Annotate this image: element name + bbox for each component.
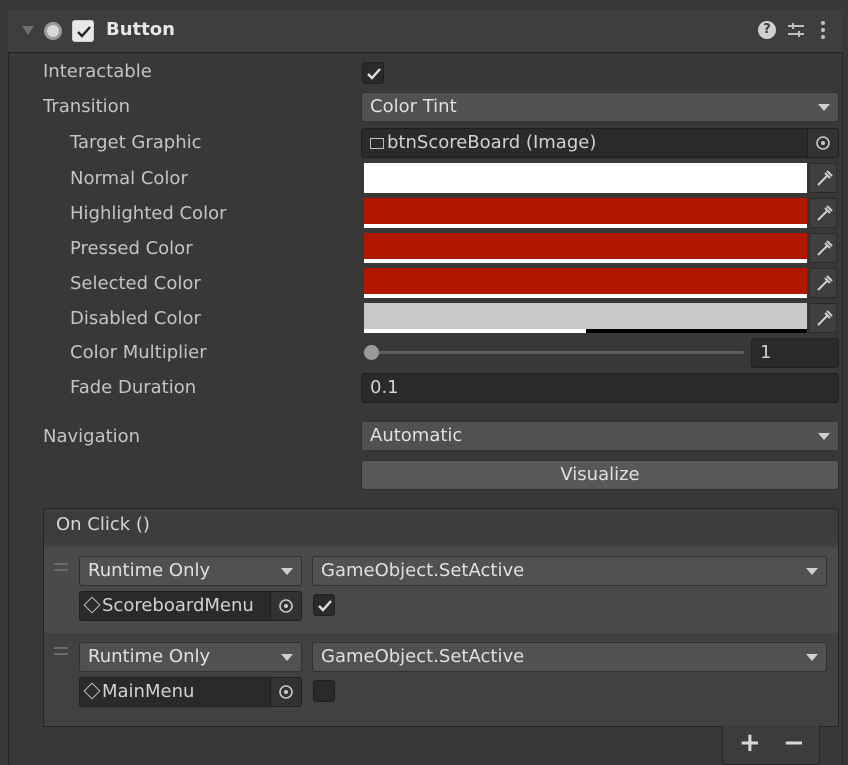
pressed-color-swatch[interactable] bbox=[364, 233, 807, 263]
eyedropper-icon bbox=[817, 275, 833, 291]
eyedropper-icon bbox=[817, 240, 833, 256]
image-icon bbox=[370, 138, 384, 149]
function-value: GameObject.SetActive bbox=[321, 646, 525, 667]
target-graphic-field[interactable]: btnScoreBoard (Image) bbox=[361, 128, 839, 158]
function-value: GameObject.SetActive bbox=[321, 560, 525, 581]
selected-color-label: Selected Color bbox=[70, 273, 201, 294]
transition-dropdown[interactable]: Color Tint bbox=[361, 92, 839, 122]
alpha-bar bbox=[364, 259, 807, 263]
color-multiplier-label: Color Multiplier bbox=[70, 342, 207, 363]
alpha-bar-white bbox=[364, 329, 586, 333]
disabled-color-label: Disabled Color bbox=[70, 308, 201, 329]
alpha-bar bbox=[364, 224, 807, 228]
add-button[interactable]: + bbox=[739, 728, 761, 758]
navigation-label: Navigation bbox=[43, 426, 141, 447]
pressed-color-fill bbox=[364, 233, 807, 259]
gameobject-icon bbox=[83, 596, 101, 614]
color-multiplier-input[interactable]: 1 bbox=[751, 338, 839, 368]
inspector-frame-right bbox=[842, 10, 843, 765]
highlighted-color-label: Highlighted Color bbox=[70, 203, 227, 224]
argument-checkbox-1[interactable] bbox=[313, 594, 335, 616]
interactable-label: Interactable bbox=[43, 61, 152, 82]
chevron-down-icon bbox=[281, 654, 293, 661]
chevron-down-icon bbox=[818, 433, 830, 440]
normal-color-label: Normal Color bbox=[70, 168, 188, 189]
target-object-value: MainMenu bbox=[102, 681, 195, 702]
target-object-value: ScoreboardMenu bbox=[102, 595, 254, 616]
component-header[interactable]: Button ? bbox=[8, 10, 843, 53]
fade-duration-input[interactable]: 0.1 bbox=[361, 373, 839, 403]
on-click-header: On Click () bbox=[43, 508, 839, 544]
argument-checkbox-2[interactable] bbox=[313, 680, 335, 702]
target-object-field-2[interactable]: MainMenu bbox=[79, 677, 302, 707]
chevron-down-icon bbox=[806, 568, 818, 575]
alpha-bar bbox=[364, 294, 807, 298]
on-click-title: On Click () bbox=[56, 514, 150, 535]
color-multiplier-slider-track[interactable] bbox=[372, 351, 744, 354]
interactable-checkbox[interactable] bbox=[362, 62, 384, 84]
runtime-value: Runtime Only bbox=[88, 646, 211, 667]
selected-color-swatch[interactable] bbox=[364, 268, 807, 298]
function-dropdown-1[interactable]: GameObject.SetActive bbox=[312, 556, 827, 586]
object-picker-button[interactable] bbox=[807, 129, 838, 157]
component-title: Button bbox=[106, 19, 175, 40]
chevron-down-icon bbox=[818, 104, 830, 111]
checkmark-icon bbox=[318, 600, 332, 612]
object-picker-button[interactable] bbox=[270, 592, 301, 620]
navigation-value: Automatic bbox=[370, 425, 463, 446]
selected-color-picker[interactable] bbox=[809, 268, 837, 298]
normal-color-picker[interactable] bbox=[809, 163, 837, 193]
color-multiplier-value: 1 bbox=[760, 342, 772, 363]
fade-duration-label: Fade Duration bbox=[70, 377, 197, 398]
target-graphic-label: Target Graphic bbox=[70, 132, 202, 153]
runtime-value: Runtime Only bbox=[88, 560, 211, 581]
fade-duration-value: 0.1 bbox=[370, 377, 399, 398]
runtime-dropdown-1[interactable]: Runtime Only bbox=[79, 556, 302, 586]
function-dropdown-2[interactable]: GameObject.SetActive bbox=[312, 642, 827, 672]
chevron-down-icon bbox=[281, 568, 293, 575]
object-picker-button[interactable] bbox=[270, 678, 301, 706]
pressed-color-picker[interactable] bbox=[809, 233, 837, 263]
disabled-color-picker[interactable] bbox=[809, 303, 837, 333]
component-icon bbox=[44, 22, 62, 40]
pressed-color-label: Pressed Color bbox=[70, 238, 193, 259]
runtime-dropdown-2[interactable]: Runtime Only bbox=[79, 642, 302, 672]
alpha-bar-black bbox=[586, 329, 807, 333]
target-graphic-value: btnScoreBoard (Image) bbox=[387, 132, 597, 153]
checkmark-icon bbox=[77, 26, 91, 38]
target-icon bbox=[816, 136, 830, 150]
help-icon[interactable]: ? bbox=[758, 21, 776, 39]
drag-handle-icon[interactable] bbox=[54, 563, 68, 571]
target-object-field-1[interactable]: ScoreboardMenu bbox=[79, 591, 302, 621]
foldout-arrow-icon[interactable] bbox=[22, 26, 34, 35]
presets-icon[interactable] bbox=[786, 21, 806, 44]
highlighted-color-fill bbox=[364, 198, 807, 224]
disabled-color-swatch[interactable] bbox=[364, 303, 807, 333]
transition-value: Color Tint bbox=[370, 96, 457, 117]
inspector-frame-left bbox=[8, 10, 9, 765]
normal-color-swatch[interactable] bbox=[364, 163, 807, 193]
chevron-down-icon bbox=[806, 654, 818, 661]
transition-label: Transition bbox=[43, 96, 131, 117]
more-options-icon[interactable] bbox=[820, 20, 826, 45]
target-icon bbox=[279, 599, 293, 613]
eyedropper-icon bbox=[817, 170, 833, 186]
highlighted-color-swatch[interactable] bbox=[364, 198, 807, 228]
navigation-dropdown[interactable]: Automatic bbox=[361, 421, 839, 451]
gameobject-icon bbox=[83, 682, 101, 700]
disabled-color-fill bbox=[364, 303, 807, 329]
remove-button[interactable]: − bbox=[783, 728, 805, 758]
component-enabled-checkbox[interactable] bbox=[72, 20, 94, 42]
highlighted-color-picker[interactable] bbox=[809, 198, 837, 228]
eyedropper-icon bbox=[817, 205, 833, 221]
checkmark-icon bbox=[367, 68, 381, 80]
selected-color-fill bbox=[364, 268, 807, 294]
drag-handle-icon[interactable] bbox=[54, 647, 68, 655]
target-icon bbox=[279, 685, 293, 699]
list-footer: + − bbox=[722, 726, 820, 765]
visualize-button[interactable]: Visualize bbox=[361, 460, 839, 490]
eyedropper-icon bbox=[817, 310, 833, 326]
color-multiplier-slider-thumb[interactable] bbox=[364, 345, 379, 360]
visualize-label: Visualize bbox=[560, 464, 640, 485]
